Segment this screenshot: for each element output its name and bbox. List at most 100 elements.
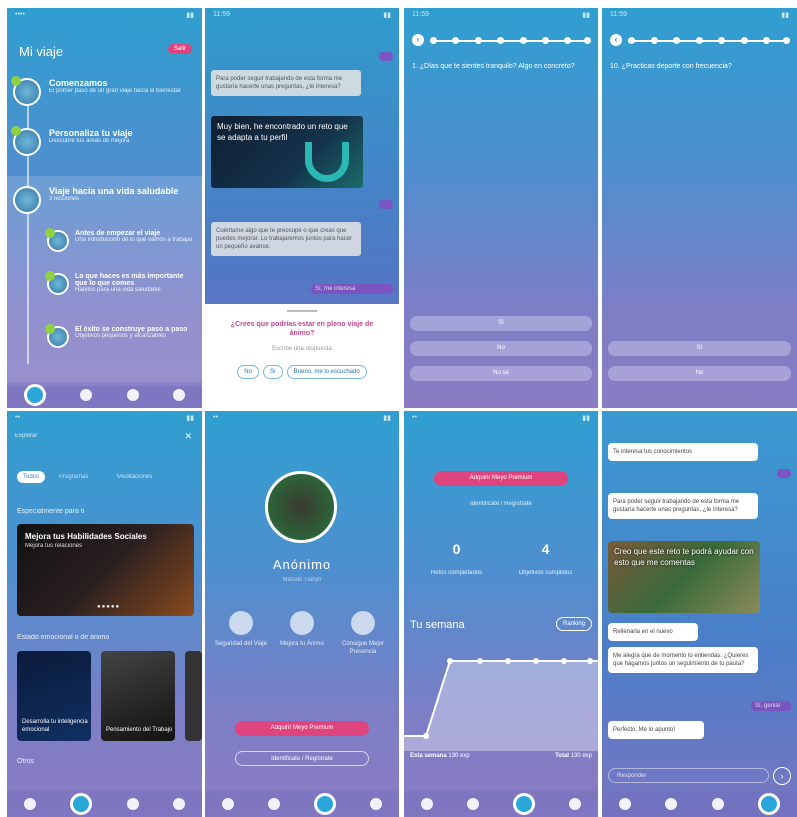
lesson-desc: Hábitos para una vida saludable [75,287,161,293]
journey-icon[interactable] [24,798,37,810]
challenge-text: Creo que este reto te podrá ayudar con e… [614,547,754,567]
module-item[interactable]: Comenzamos El primer paso de un gran viaj… [11,76,196,106]
module-icon [11,126,41,156]
lesson-item[interactable]: El éxito se construye paso a paso Objetiv… [45,324,194,348]
lesson-desc: Objetivos pequeños y alcanzables [75,333,167,339]
module-title: Personaliza tu viaje [49,128,133,138]
chat-screen-2: Te interesa tus conocimientos Para poder… [602,411,797,817]
lesson-icon [45,271,69,295]
chart-point [477,658,483,664]
explore-icon[interactable] [665,798,678,810]
bottom-nav [7,791,202,817]
quiz-question: 1. ¿Días que te sientes tranquilo? Algo … [412,63,575,70]
progress-dot [497,37,505,44]
register-button[interactable]: Identificate / Regístrate [235,751,369,766]
progress-dot [583,37,591,44]
stat-goals: 4 Objetivos cumplidos [501,541,590,579]
profile-icon[interactable] [711,798,724,810]
close-icon[interactable]: ✕ [184,431,192,442]
progress-dot [650,37,658,44]
tab-all[interactable]: Todos [17,471,46,483]
send-icon[interactable]: › [773,767,791,785]
module-desc: 3 lecciones [49,196,80,202]
option-button[interactable]: No [608,366,791,381]
journey-icon[interactable] [421,798,433,810]
progress-dot [542,37,549,44]
module-item[interactable]: Viaje hacia una vida saludable 3 leccione… [13,186,196,214]
stat-value: 0 [452,541,461,557]
bottom-nav [205,791,399,817]
option-button[interactable]: No [410,341,592,356]
progress-dot [452,37,460,44]
option-button[interactable]: Sí [410,316,592,331]
message-input[interactable]: Responder [608,768,769,783]
tab-programs[interactable]: Programas [53,471,94,483]
profile-icon[interactable] [126,389,139,401]
lesson-title: Antes de empezar el viaje [75,230,161,237]
module-item[interactable]: Personaliza tu viaje Descubre tus áreas d… [11,126,196,156]
module-title: Viaje hacia una vida saludable [49,186,179,196]
chat-screen: 11:59 ▮▮ Para poder seguir trabajando de … [205,8,399,408]
option-button[interactable]: Sí [608,341,791,356]
option-no[interactable]: No [237,365,259,380]
journey-icon[interactable] [222,798,234,810]
section-title: Especialmente para ti [17,508,85,515]
progress-dot [430,37,437,44]
challenge-card[interactable]: Creo que este reto te podrá ayudar con e… [608,541,760,613]
back-icon[interactable]: ‹ [412,34,424,46]
progress-dot [740,37,748,44]
profile-icon[interactable] [126,798,139,810]
achievement-badge[interactable]: Consigue Mejor Presencia [333,611,393,657]
journey-icon[interactable] [619,798,632,810]
sheet-handle[interactable] [287,310,317,312]
bot-message: Cuéntame algo que te preocupe o que crea… [211,222,361,257]
explore-icon[interactable] [80,389,93,401]
bot-message: Rellenarla en el nuevo [608,623,698,642]
option-other[interactable]: Bueno, me lo escuchado [286,365,367,380]
tab-meditations[interactable]: Meditaciones [111,471,158,483]
back-icon[interactable]: ‹ [610,34,622,46]
lesson-item[interactable]: Antes de empezar el viaje Una introducció… [45,228,194,252]
card-title: Pensamiento del Trabajo [106,727,173,734]
explore-icon[interactable] [70,793,93,815]
content-card[interactable]: Desarrolla tu inteligencia emocional [17,651,91,741]
challenge-card[interactable]: Muy bien, he encontrado un reto que se a… [211,116,363,188]
answer-input[interactable]: Escribe una respuesta [205,346,399,352]
chat-icon[interactable] [569,798,581,810]
badge-icon [229,611,253,635]
lesson-item[interactable]: Lo que haces es más importante que lo qu… [45,271,194,295]
explore-icon[interactable] [467,798,479,810]
hook-shape [305,142,349,182]
status-bar: •••• ▮▮ [15,11,194,19]
chat-icon[interactable] [370,798,382,810]
profile-icon[interactable] [314,793,336,815]
content-card[interactable] [185,651,202,741]
option-yes[interactable]: Sí [262,365,283,380]
quiz-question: 10. ¿Practicas deporte con frecuencia? [610,63,732,70]
avatar[interactable] [265,471,337,543]
register-link[interactable]: Identificate / Regístrate [404,501,598,509]
journey-screen: •••• ▮▮ Mi viaje Salir Comenzamos El prime… [7,8,202,408]
chat-icon[interactable] [757,793,780,815]
progress-dot [564,37,572,44]
journey-icon[interactable] [24,384,47,406]
option-button[interactable]: No sé [410,366,592,381]
user-bubble [777,469,791,478]
ranking-button[interactable]: Ranking [555,617,592,631]
quiz-progress [628,37,790,44]
chat-icon[interactable] [172,798,185,810]
profile-icon[interactable] [513,793,535,815]
lesson-desc: Una introducción de lo que vamos a traba… [75,237,193,243]
content-card[interactable]: Pensamiento del Trabajo [101,651,175,741]
achievement-badge[interactable]: Mejora tu Ánimo [272,611,332,649]
user-bubble [379,200,393,209]
explore-icon[interactable] [268,798,280,810]
chat-icon[interactable] [172,389,185,401]
premium-button[interactable]: Adquirir Meyo Premium [434,471,568,486]
achievement-badge[interactable]: Seguridad del Viaje [211,611,271,649]
week-summary: Esta semana 130 exp Total 130 exp [410,753,592,759]
bot-message: Perfecto. Me lo apunto! [608,721,704,740]
premium-button[interactable]: Adquirir Meyo Premium [235,721,369,736]
logout-button[interactable]: Salir [167,44,192,54]
featured-card[interactable]: Mejora tus Habilidades Sociales Mejora tu… [17,524,194,616]
